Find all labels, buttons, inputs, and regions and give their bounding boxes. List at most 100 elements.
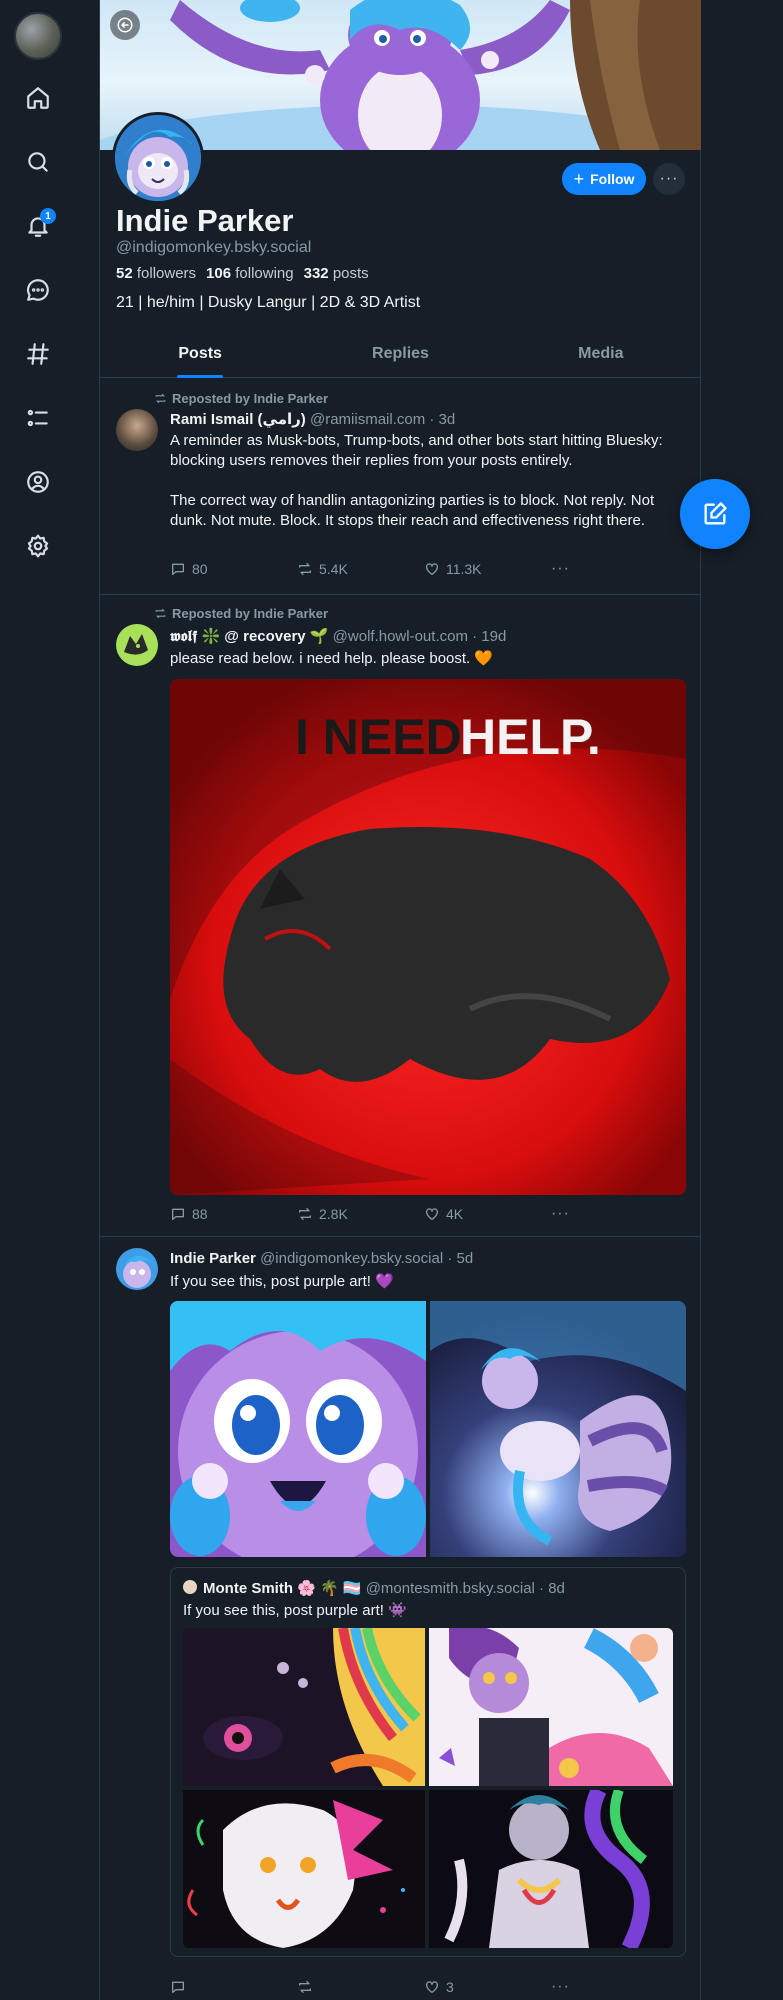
my-avatar[interactable] (14, 12, 62, 60)
notifications-badge: 1 (40, 208, 56, 224)
profile-more-button[interactable]: ··· (653, 163, 685, 195)
post-author-handle[interactable]: @wolf.howl-out.com (333, 628, 468, 645)
post-author-handle[interactable]: @indigomonkey.bsky.social (260, 1250, 443, 1267)
home-icon[interactable] (18, 78, 58, 118)
post-image-2[interactable] (430, 1301, 686, 1557)
repost-indicator: Reposted by Indie Parker (154, 391, 328, 406)
post-author-handle[interactable]: @ramiismail.com (310, 411, 425, 428)
reply-icon (172, 1208, 184, 1220)
post-author-name[interactable]: 𝖜𝖔𝖑𝖋 ❇️ @ recovery 🌱 (170, 628, 329, 645)
settings-gear-icon[interactable] (18, 526, 58, 566)
profile-handle: @indigomonkey.bsky.social (116, 239, 312, 256)
help-wolf-artwork: I NEED HELP. (170, 679, 686, 1195)
post-age: · 5d (447, 1250, 474, 1267)
post-image[interactable]: I NEED HELP. (170, 679, 686, 1195)
search-icon[interactable] (18, 142, 58, 182)
plus-icon: + (573, 169, 585, 189)
quote-author-handle[interactable]: @montesmith.bsky.social (366, 1580, 535, 1597)
post-more-button[interactable]: ··· (551, 1978, 590, 1996)
quote-author-avatar[interactable] (183, 1580, 197, 1594)
feed-post[interactable]: Indie Parker @indigomonkey.bsky.social ·… (100, 1238, 701, 2000)
tab-media[interactable]: Media (501, 330, 701, 377)
reply-button[interactable]: 88 (170, 1205, 297, 1223)
like-button[interactable]: 3 (424, 1978, 551, 1996)
post-more-button[interactable]: ··· (551, 1205, 590, 1223)
tab-posts[interactable]: Posts (100, 330, 300, 377)
chat-icon[interactable] (18, 270, 58, 310)
followers-stat[interactable]: 52 followers (116, 265, 196, 282)
post-age: · 19d (472, 628, 507, 645)
repost-icon (298, 1981, 311, 1993)
quote-image-2[interactable] (429, 1628, 673, 1786)
ellipsis-icon: ··· (659, 170, 679, 187)
reply-icon (172, 563, 184, 575)
reply-button[interactable] (170, 1978, 297, 1996)
post-actions: 80 5.4K 11.3K ··· (170, 560, 590, 578)
profile-column: + Follow ··· Indie Parker @indigomonkey.… (99, 0, 701, 2000)
notifications-icon[interactable]: 1 (18, 206, 58, 246)
post-header: Rami Ismail (رامي) @ramiismail.com · 3d (170, 410, 455, 428)
repost-button[interactable] (297, 1978, 424, 1996)
repost-button[interactable]: 2.8K (297, 1205, 424, 1223)
repost-icon (155, 608, 166, 619)
post-text-paragraph-2: The correct way of handlin antagonizing … (170, 492, 655, 529)
profile-display-name: Indie Parker (116, 203, 294, 238)
heart-icon (425, 1981, 438, 1993)
fox-character-artwork (183, 1790, 425, 1948)
repost-icon (298, 1208, 311, 1220)
follow-button[interactable]: + Follow (562, 163, 646, 195)
space-character-artwork (430, 1301, 686, 1557)
feed-post[interactable]: Reposted by Indie Parker 𝖜𝖔𝖑𝖋 ❇️ @ recov… (100, 596, 701, 1237)
repost-button[interactable]: 5.4K (297, 560, 424, 578)
compose-button[interactable] (680, 479, 750, 549)
left-nav-rail: 1 (0, 0, 76, 2000)
colorful-character-artwork (429, 1628, 673, 1786)
repost-icon (298, 563, 311, 575)
profile-bio: 21 | he/him | Dusky Langur | 2D & 3D Art… (116, 294, 421, 311)
post-author-name[interactable]: Rami Ismail (رامي) (170, 411, 306, 428)
post-text: please read below. i need help. please b… (170, 650, 494, 667)
lists-icon[interactable] (18, 398, 58, 438)
post-author-name[interactable]: Indie Parker (170, 1250, 256, 1267)
reply-icon (172, 1981, 184, 1993)
profile-avatar[interactable] (112, 112, 204, 204)
quote-age: · 8d (539, 1580, 565, 1597)
quote-text: If you see this, post purple art! 👾 (183, 1602, 407, 1619)
profile-avatar-art (115, 115, 201, 201)
post-author-avatar[interactable] (116, 624, 158, 666)
post-more-button[interactable]: ··· (551, 560, 590, 578)
indie-avatar-art (122, 1255, 154, 1288)
post-header: Indie Parker @indigomonkey.bsky.social ·… (170, 1250, 473, 1267)
repost-icon (155, 393, 166, 404)
eye-closeup-artwork (183, 1628, 425, 1786)
back-button[interactable] (110, 10, 140, 40)
quote-header: Monte Smith 🌸 🌴 🏳️‍⚧️ @montesmith.bsky.s… (203, 1579, 565, 1597)
posts-stat: 332 posts (303, 265, 369, 282)
following-stat[interactable]: 106 following (206, 265, 294, 282)
image-text-part-1: I NEED (295, 709, 462, 765)
post-author-avatar[interactable] (116, 409, 158, 451)
like-button[interactable]: 11.3K (424, 560, 551, 578)
post-image-1[interactable] (170, 1301, 426, 1557)
like-button[interactable]: 4K (424, 1205, 551, 1223)
quote-image-4[interactable] (429, 1790, 673, 1948)
tab-replies[interactable]: Replies (300, 330, 500, 377)
heart-icon (425, 563, 438, 575)
quoted-post[interactable]: Monte Smith 🌸 🌴 🏳️‍⚧️ @montesmith.bsky.s… (170, 1567, 686, 1957)
image-text-part-2: HELP. (460, 709, 601, 765)
arrow-left-icon (117, 17, 133, 33)
post-author-avatar[interactable] (116, 1248, 158, 1290)
reply-button[interactable]: 80 (170, 560, 297, 578)
post-age: · 3d (429, 411, 456, 428)
quote-image-3[interactable] (183, 1790, 425, 1948)
feeds-hashtag-icon[interactable] (18, 334, 58, 374)
follow-label: Follow (590, 171, 635, 187)
profile-icon[interactable] (18, 462, 58, 502)
heart-icon (425, 1208, 438, 1220)
quote-author-name[interactable]: Monte Smith 🌸 🌴 🏳️‍⚧️ (203, 1580, 362, 1597)
profile-tabs: Posts Replies Media (100, 330, 701, 378)
feed-post[interactable]: Reposted by Indie Parker Rami Ismail (را… (100, 379, 701, 595)
post-actions: 88 2.8K 4K ··· (170, 1205, 590, 1223)
quote-image-1[interactable] (183, 1628, 425, 1786)
post-text: If you see this, post purple art! 💜 (170, 1273, 394, 1290)
